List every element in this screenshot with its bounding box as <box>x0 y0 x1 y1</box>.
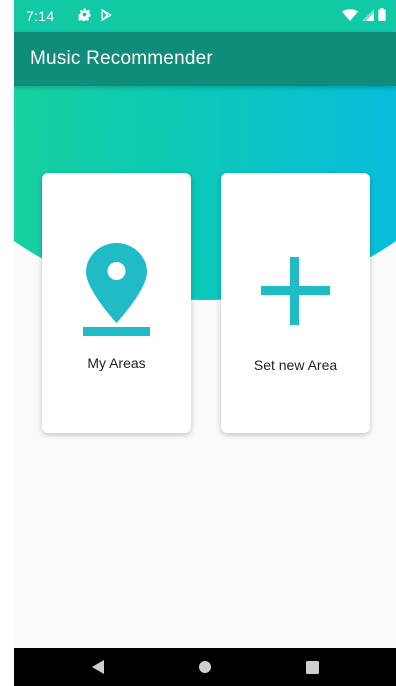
back-button[interactable] <box>78 652 118 682</box>
wifi-icon <box>342 8 358 24</box>
home-icon <box>198 661 211 673</box>
my-areas-card[interactable]: My Areas <box>42 173 191 433</box>
set-new-area-label: Set new Area <box>253 357 338 373</box>
home-button[interactable] <box>185 652 225 682</box>
status-bar: 7:14 <box>14 0 396 32</box>
location-pin-icon <box>83 243 150 336</box>
phone-screen: 7:14 Music Recommender My Areas Set new … <box>14 0 396 686</box>
recents-icon <box>305 660 319 674</box>
app-bar: Music Recommender <box>14 32 396 86</box>
recents-button[interactable] <box>292 652 332 682</box>
status-left: 7:14 <box>26 8 113 24</box>
signal-icon <box>362 8 374 24</box>
status-right <box>342 8 386 24</box>
status-time: 7:14 <box>26 8 55 24</box>
back-icon <box>91 660 104 674</box>
plus-icon <box>261 257 330 325</box>
navigation-bar <box>14 648 396 686</box>
set-new-area-card[interactable]: Set new Area <box>221 173 370 433</box>
gear-icon <box>78 8 91 24</box>
battery-icon <box>378 8 386 24</box>
play-store-icon <box>101 8 113 24</box>
my-areas-label: My Areas <box>87 355 146 371</box>
app-title: Music Recommender <box>30 48 213 69</box>
